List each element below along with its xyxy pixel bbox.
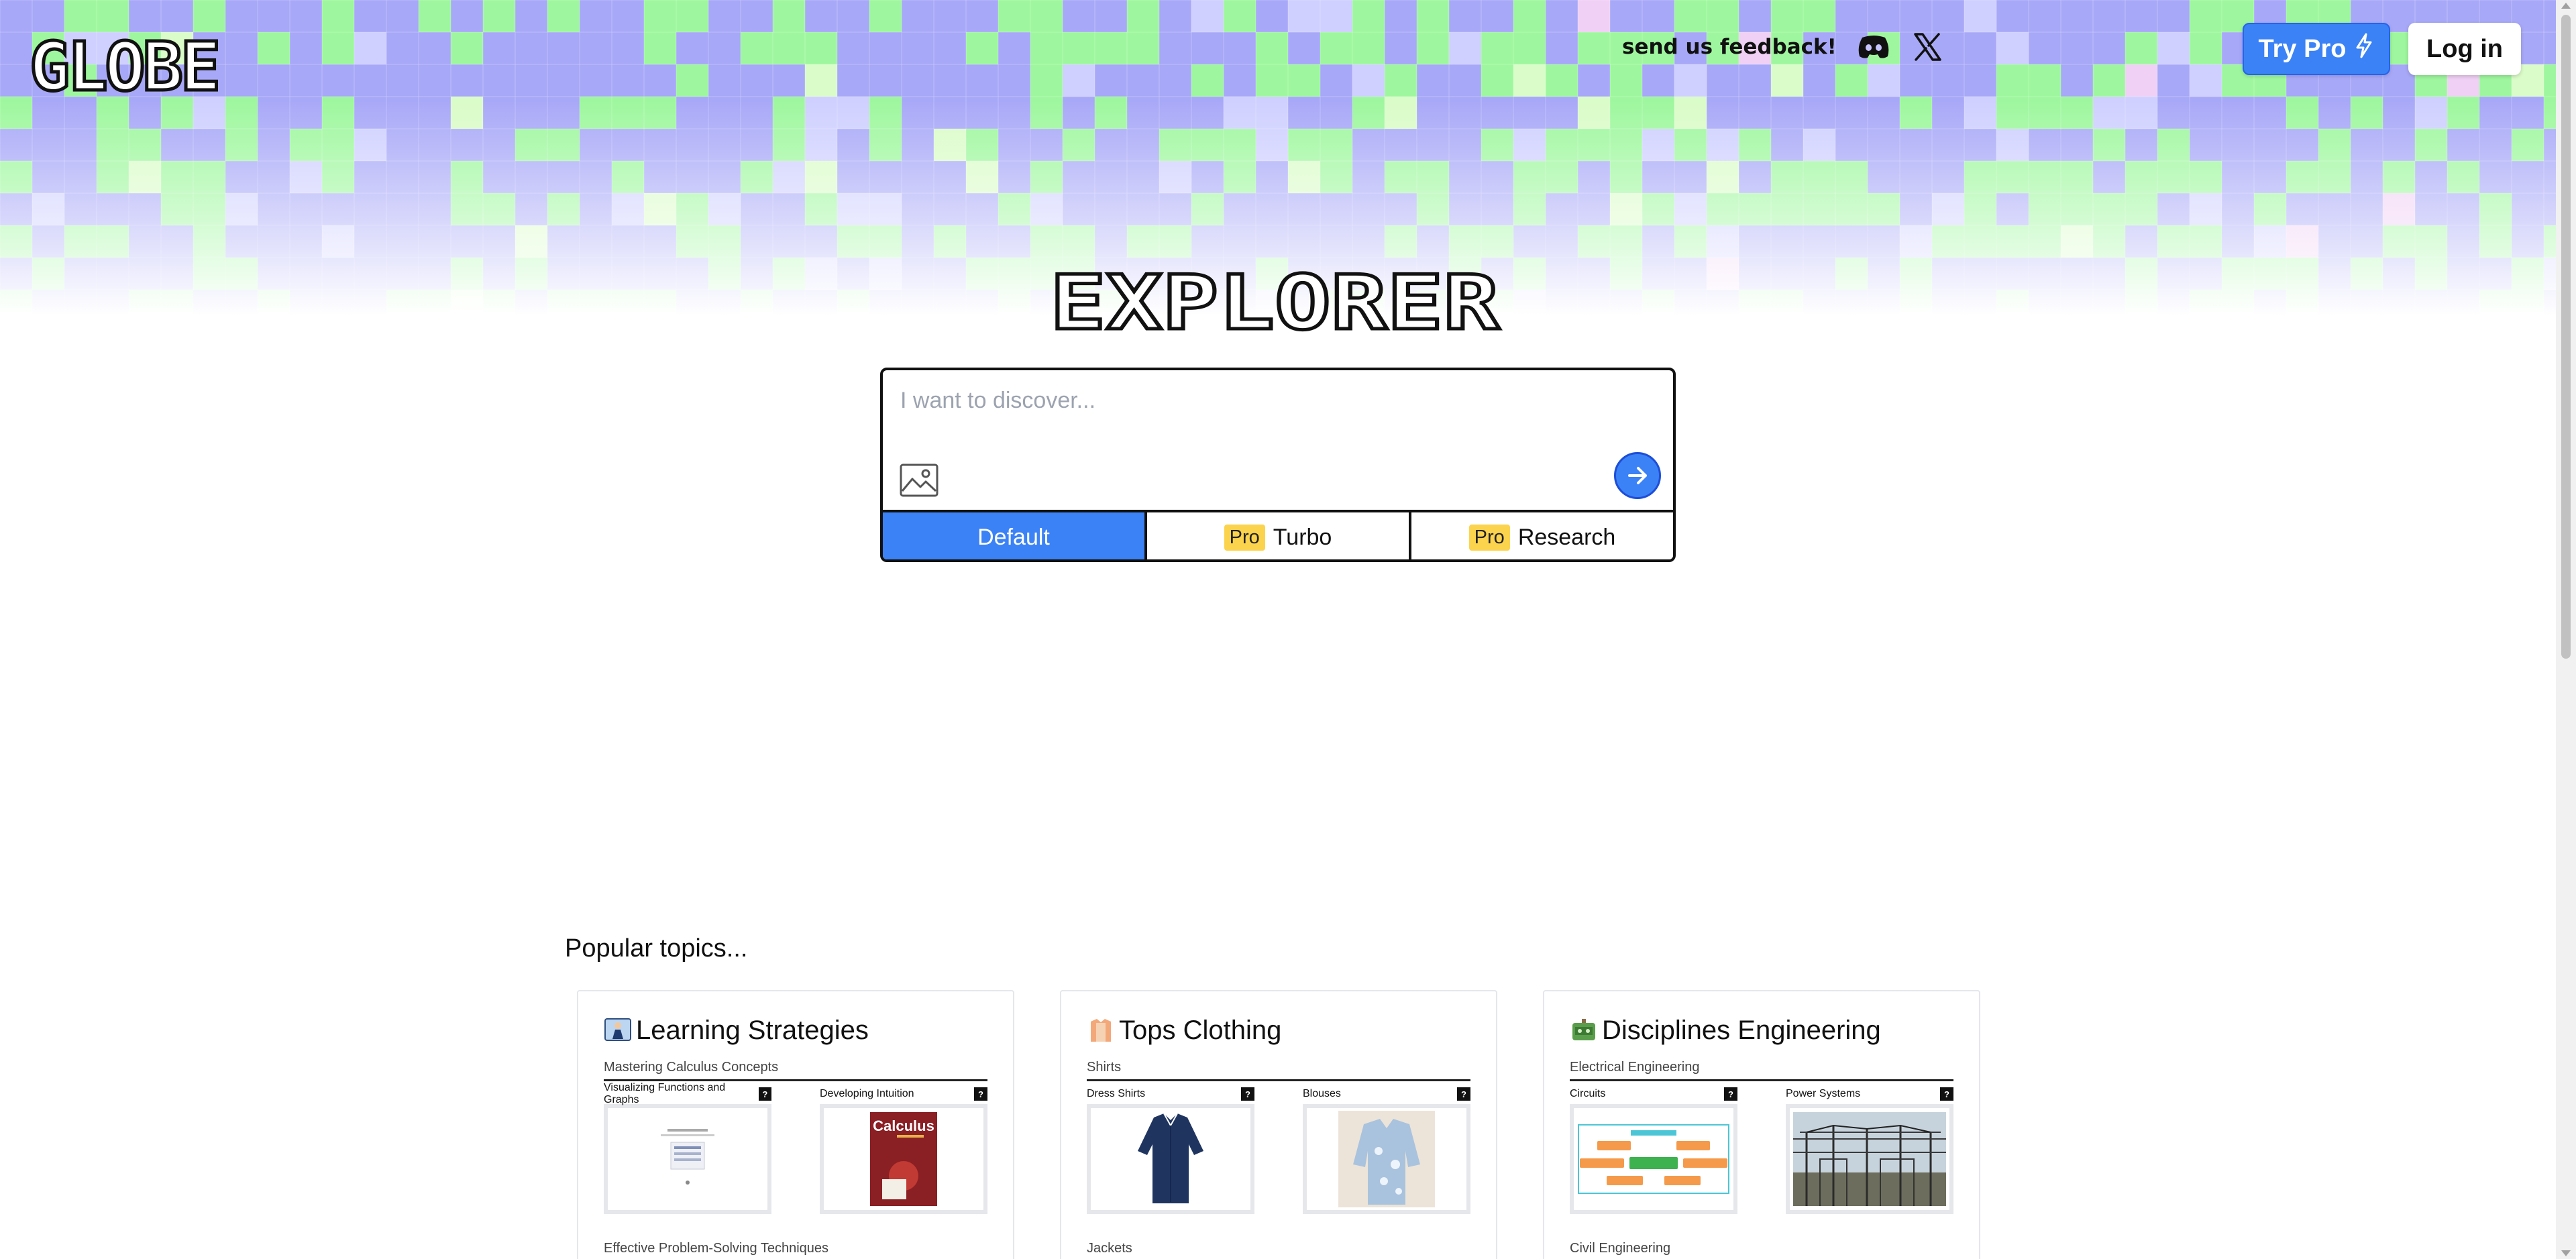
topic-card-tops-clothing[interactable]: Tops Clothing Shirts Dress Shirts ? Blou… [1060,990,1497,1259]
scroll-thumb[interactable] [2561,15,2571,659]
help-icon[interactable]: ? [974,1087,987,1101]
help-icon[interactable]: ? [758,1087,771,1101]
card-next-section: Jackets [1087,1241,1132,1256]
subtopic-label: Developing Intuition [820,1088,914,1099]
discord-icon[interactable] [1857,30,1890,64]
help-icon[interactable]: ? [1724,1087,1737,1101]
lightning-bolt-icon [2354,33,2374,65]
topic-card-disciplines-engineering[interactable]: Disciplines Engineering Electrical Engin… [1543,990,1980,1259]
try-pro-label: Try Pro [2258,34,2347,63]
card-section: Electrical Engineering [1570,1060,1953,1081]
mode-label: Turbo [1273,524,1332,550]
subtopic-tile[interactable]: Power Systems ? [1786,1087,1953,1214]
subtopic-label: Circuits [1570,1088,1606,1099]
card-title-text: Learning Strategies [636,1015,869,1045]
help-icon[interactable]: ? [1457,1087,1470,1101]
topic-card-learning-strategies[interactable]: Learning Strategies Mastering Calculus C… [577,990,1014,1259]
pro-badge: Pro [1468,524,1510,551]
card-title: Tops Clothing [1087,1013,1470,1048]
teacher-icon [604,1016,632,1044]
subtopic-label: Visualizing Functions and Graphs [604,1082,726,1105]
title-text: EXPLORER [1050,268,1500,339]
subtopic-tile[interactable]: Dress Shirts ? [1087,1087,1254,1214]
robot-icon [1570,1016,1598,1044]
pro-badge: Pro [1224,524,1265,551]
popular-topics-heading: Popular topics... [565,934,748,963]
image-upload-icon[interactable] [899,463,939,498]
subtopic-image [604,1104,771,1214]
subtopic-image [1087,1104,1254,1214]
subtopic-label: Dress Shirts [1087,1088,1146,1099]
book-title: Calculus [873,1117,934,1134]
card-title-text: Tops Clothing [1119,1015,1282,1045]
card-next-section: Effective Problem-Solving Techniques [604,1241,828,1256]
x-twitter-icon[interactable] [1911,30,1944,64]
subtopic-tile[interactable]: Circuits ? [1570,1087,1737,1214]
globe-logo[interactable]: GLOBE [27,26,268,108]
mode-selector: Default Pro Turbo Pro Research [883,510,1673,559]
scroll-down-icon[interactable] [2561,1250,2571,1256]
page-scrollbar[interactable] [2556,0,2576,1259]
logo-text: GLOBE [30,34,218,101]
mode-turbo[interactable]: Pro Turbo [1147,512,1411,559]
feedback-area: send us feedback! [1622,31,1944,63]
card-title: Disciplines Engineering [1570,1013,1953,1048]
subtopic-tile[interactable]: Developing Intuition ? Calculus [820,1087,987,1214]
scroll-up-icon[interactable] [2561,3,2571,9]
help-icon[interactable]: ? [1940,1087,1953,1101]
try-pro-button[interactable]: Try Pro [2243,23,2390,75]
subtopic-label: Power Systems [1786,1088,1861,1099]
subtopic-image [1303,1104,1470,1214]
card-title: Learning Strategies [604,1013,987,1048]
subtopic-image: Calculus [820,1104,987,1214]
help-icon[interactable]: ? [1241,1087,1254,1101]
subtopic-image [1786,1104,1953,1214]
mode-research[interactable]: Pro Research [1411,512,1673,559]
submit-button[interactable] [1614,452,1661,499]
login-label: Log in [2426,34,2503,63]
page-title: EXPLORER [1046,258,1503,349]
feedback-text: send us feedback! [1622,35,1837,59]
mode-label: Research [1517,524,1616,550]
subtopic-tile[interactable]: Visualizing Functions and Graphs ? [604,1082,771,1214]
arrow-right-icon [1628,467,1647,484]
search-box: Default Pro Turbo Pro Research [880,368,1676,562]
card-next-section: Civil Engineering [1570,1241,1671,1256]
card-title-text: Disciplines Engineering [1602,1015,1881,1045]
mode-label: Default [977,524,1050,550]
shirt-icon [1087,1016,1115,1044]
subtopic-label: Blouses [1303,1088,1341,1099]
search-input[interactable] [883,370,1673,511]
login-button[interactable]: Log in [2408,23,2521,75]
card-section: Shirts [1087,1060,1470,1081]
subtopic-tile[interactable]: Blouses ? [1303,1087,1470,1214]
subtopic-image [1570,1104,1737,1214]
card-section: Mastering Calculus Concepts [604,1060,987,1081]
mode-default[interactable]: Default [883,512,1147,559]
